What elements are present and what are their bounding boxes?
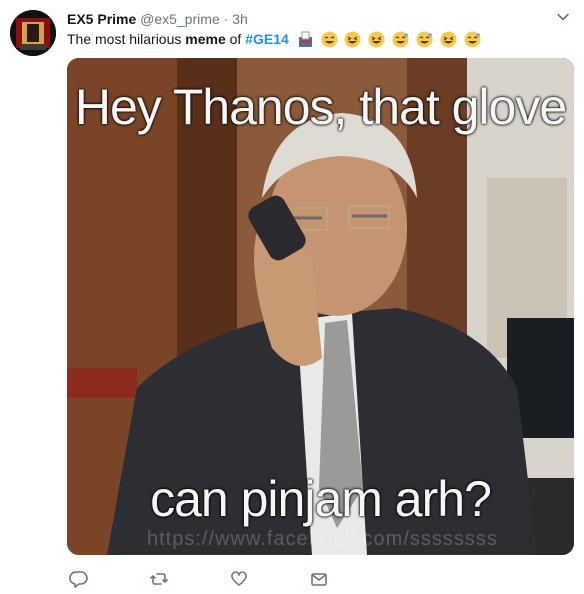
tweet-header: EX5 Prime @ex5_prime · 3h xyxy=(67,9,554,29)
retweet-icon[interactable] xyxy=(149,569,169,589)
ballot-box-emoji-icon xyxy=(297,31,314,48)
avatar[interactable] xyxy=(10,10,56,56)
grinning-sweat-emoji-icon xyxy=(392,31,409,48)
grinning-sweat-emoji-icon xyxy=(416,31,433,48)
heart-icon[interactable] xyxy=(229,569,249,589)
grinning-sweat-emoji-icon xyxy=(321,31,338,48)
display-name[interactable]: EX5 Prime xyxy=(67,11,136,27)
meme-caption-top: Hey Thanos, that glove xyxy=(74,79,567,135)
laughing-emoji-icon xyxy=(440,31,457,48)
laughing-emoji-icon xyxy=(368,31,385,48)
tweet-text: The most hilarious meme of #GE14 xyxy=(67,29,484,50)
hashtag-link[interactable]: #GE14 xyxy=(245,31,289,47)
emoji-row xyxy=(297,30,484,50)
tweet-text-bold: meme xyxy=(185,31,226,47)
tweet-text-middle: of xyxy=(225,31,246,47)
image-watermark: https://www.facebook.com/ssssssss xyxy=(147,528,498,550)
meme-caption-bottom: can pinjam arh? xyxy=(150,471,492,527)
tweet-media-image[interactable]: Hey Thanos, that glove can pinjam arh? h… xyxy=(67,58,574,555)
reply-icon[interactable] xyxy=(69,569,89,589)
timestamp[interactable]: 3h xyxy=(232,11,248,27)
user-handle[interactable]: @ex5_prime xyxy=(140,11,220,27)
chevron-down-icon[interactable] xyxy=(556,10,570,24)
envelope-icon[interactable] xyxy=(309,569,329,589)
grinning-sweat-emoji-icon xyxy=(464,31,481,48)
laughing-emoji-icon xyxy=(344,31,361,48)
tweet-text-prefix: The most hilarious xyxy=(67,31,186,47)
tweet[interactable]: EX5 Prime @ex5_prime · 3h The most hilar… xyxy=(0,0,584,594)
separator-dot: · xyxy=(223,11,229,27)
tweet-actions xyxy=(67,569,467,589)
